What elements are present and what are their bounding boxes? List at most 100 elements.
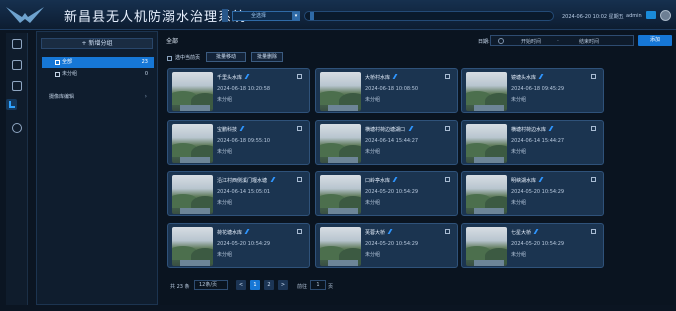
edit-icon[interactable] <box>408 126 417 131</box>
edit-icon[interactable] <box>548 126 557 131</box>
camera-name: 镜塘头水库 <box>511 75 537 81</box>
edit-icon[interactable] <box>239 126 248 131</box>
card-checkbox[interactable] <box>591 229 596 234</box>
goto-unit: 页 <box>328 284 334 290</box>
camera-card[interactable]: 口岭亭水库 2024-05-20 10:54:29 未分组 <box>315 171 458 216</box>
region-select[interactable]: 全选择 <box>232 11 298 21</box>
library-edit-item[interactable]: 摄像库编辑 › <box>49 93 147 100</box>
message-icon[interactable] <box>646 11 656 19</box>
camera-name: 芙蓉大桥 <box>365 230 386 236</box>
card-checkbox[interactable] <box>297 229 302 234</box>
card-checkbox[interactable] <box>445 177 450 182</box>
camera-card[interactable]: 七星大桥 2024-05-20 10:54:29 未分组 <box>461 223 604 268</box>
group-item-all[interactable]: 全部 23 <box>42 57 154 68</box>
camera-group: 未分组 <box>365 149 381 155</box>
edit-icon[interactable] <box>538 177 547 182</box>
camera-card[interactable]: 横塘村荷边塘湖口 2024-06-14 15:44:27 未分组 <box>315 120 458 165</box>
camera-name: 沿江村西侧溪门堰水塘 <box>217 178 268 184</box>
camera-thumbnail[interactable] <box>466 227 507 266</box>
card-checkbox[interactable] <box>297 177 302 182</box>
date-end: 结束时间 <box>579 39 600 45</box>
camera-card[interactable]: 沿江村西侧溪门堰水塘 2024-06-14 15:05:01 未分组 <box>167 171 310 216</box>
camera-group: 未分组 <box>511 97 527 103</box>
monitor-icon[interactable] <box>12 39 22 49</box>
edit-icon[interactable] <box>392 74 401 79</box>
camera-group: 未分组 <box>217 149 233 155</box>
add-group-label: + 新增分组 <box>81 40 113 47</box>
card-checkbox[interactable] <box>591 126 596 131</box>
camera-card[interactable]: 明峡湖水库 2024-05-20 10:54:29 未分组 <box>461 171 604 216</box>
camera-group: 未分组 <box>217 200 233 206</box>
date-start: 开始时间 <box>521 39 542 45</box>
camera-card[interactable]: 镜塘头水库 2024-06-18 09:45:29 未分组 <box>461 68 604 113</box>
edit-icon[interactable] <box>244 74 253 79</box>
card-checkbox[interactable] <box>445 74 450 79</box>
camera-card[interactable]: 芙蓉大桥 2024-05-20 10:54:29 未分组 <box>315 223 458 268</box>
group-item-ungrouped[interactable]: 未分组 0 <box>42 69 154 80</box>
camera-thumbnail[interactable] <box>172 175 213 214</box>
chevron-down-icon[interactable]: ▾ <box>292 11 300 21</box>
chart-icon[interactable] <box>12 60 22 70</box>
title-divider <box>222 9 228 22</box>
edit-icon[interactable] <box>392 177 401 182</box>
left-nav <box>6 33 28 305</box>
camera-name: 明峡湖水库 <box>511 178 537 184</box>
edit-icon[interactable] <box>270 177 279 182</box>
page-size-select[interactable]: 12条/页 <box>194 280 228 290</box>
batch-delete-button[interactable]: 批量删除 <box>251 52 283 62</box>
logo-icon <box>6 7 44 23</box>
camera-thumbnail[interactable] <box>320 72 361 111</box>
camera-thumbnail[interactable] <box>466 124 507 163</box>
card-checkbox[interactable] <box>445 229 450 234</box>
card-checkbox[interactable] <box>591 74 596 79</box>
goto-page-input[interactable]: 1 <box>310 280 326 290</box>
camera-name: 荷花塘水库 <box>217 230 243 236</box>
camera-group: 未分组 <box>511 149 527 155</box>
edit-icon[interactable] <box>387 229 396 234</box>
select-page-checkbox[interactable] <box>167 56 172 61</box>
edit-icon[interactable] <box>244 229 253 234</box>
camera-group: 未分组 <box>217 97 233 103</box>
chevron-right-icon: › <box>144 93 147 100</box>
card-checkbox[interactable] <box>591 177 596 182</box>
camera-thumbnail[interactable] <box>320 124 361 163</box>
page-title: 全部 <box>166 38 179 45</box>
camera-name: 横塘村荷边塘湖口 <box>365 127 406 133</box>
camera-thumbnail[interactable] <box>172 227 213 266</box>
batch-move-button[interactable]: 批量移动 <box>206 52 246 62</box>
folder-icon <box>55 72 60 77</box>
camera-thumbnail[interactable] <box>466 175 507 214</box>
page-button[interactable]: 1 <box>250 280 260 290</box>
camera-card[interactable]: 大桥村水库 2024-06-18 10:08:50 未分组 <box>315 68 458 113</box>
camera-name: 大桥村水库 <box>365 75 391 81</box>
image-icon[interactable] <box>12 81 22 91</box>
add-button[interactable]: 添加 <box>638 35 672 46</box>
camera-card[interactable]: 荷花塘水库 2024-05-20 10:54:29 未分组 <box>167 223 310 268</box>
camera-thumbnail[interactable] <box>172 72 213 111</box>
page-button[interactable]: 2 <box>264 280 274 290</box>
camera-thumbnail[interactable] <box>320 175 361 214</box>
chevron-left-icon[interactable] <box>310 12 314 20</box>
search-icon[interactable] <box>12 123 22 133</box>
camera-thumbnail[interactable] <box>172 124 213 163</box>
group-count: 0 <box>144 71 148 77</box>
add-group-button[interactable]: + 新增分组 <box>41 38 153 49</box>
prev-page-button[interactable]: < <box>236 280 246 290</box>
date-range-picker[interactable]: 开始时间 - 结束时间 <box>490 35 634 46</box>
camera-card[interactable]: 千里头水库 2024-06-18 10:20:58 未分组 <box>167 68 310 113</box>
edit-icon[interactable] <box>533 229 542 234</box>
card-checkbox[interactable] <box>297 126 302 131</box>
avatar[interactable] <box>660 10 671 21</box>
username[interactable]: admin <box>626 13 642 19</box>
goto-label: 前往 <box>297 284 308 290</box>
camera-time: 2024-05-20 10:54:29 <box>217 241 271 247</box>
next-page-button[interactable]: > <box>278 280 288 290</box>
card-checkbox[interactable] <box>297 74 302 79</box>
camera-thumbnail[interactable] <box>320 227 361 266</box>
camera-card[interactable]: 宝鹏科技 2024-06-18 09:55:10 未分组 <box>167 120 310 165</box>
camera-thumbnail[interactable] <box>466 72 507 111</box>
edit-icon[interactable] <box>538 74 547 79</box>
camera-card[interactable]: 横塘村荷边水库 2024-06-14 15:44:27 未分组 <box>461 120 604 165</box>
search-input[interactable] <box>304 11 554 21</box>
card-checkbox[interactable] <box>445 126 450 131</box>
